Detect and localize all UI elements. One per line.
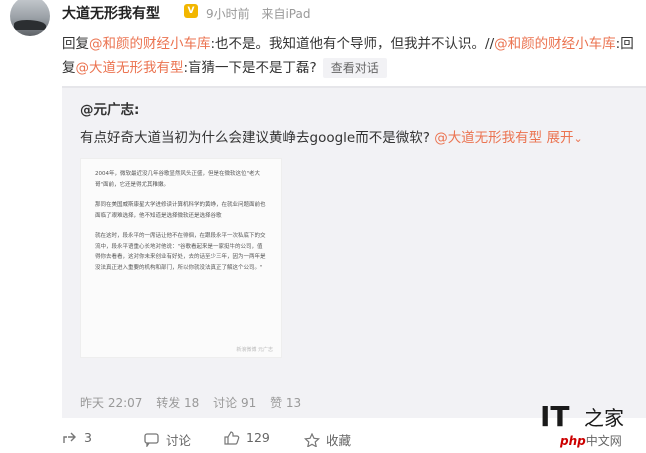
share-button[interactable]: 3	[62, 430, 92, 445]
reply-text: :也不是。我知道他有个导师，但我并不认识。//	[210, 36, 495, 52]
like-button[interactable]: 129	[224, 430, 270, 445]
vip-badge-icon: V	[184, 4, 198, 18]
thumbs-up-icon	[224, 430, 240, 445]
site-watermark: IT 之家 php中文网	[540, 398, 640, 450]
mention-link[interactable]: @和颜的财经小车库	[89, 36, 211, 52]
it-logo-zh: 之家	[584, 406, 624, 430]
original-text: 有点好奇大道当初为什么会建议黄峥去google而不是微软? @大道无形我有型 展…	[80, 130, 583, 146]
avatar[interactable]	[10, 0, 50, 36]
original-repost[interactable]: 转发 18	[156, 396, 199, 410]
comment-icon	[144, 432, 159, 447]
share-icon	[63, 432, 76, 443]
original-time[interactable]: 昨天 22:07	[80, 396, 142, 410]
php-logo: php中文网	[560, 434, 622, 448]
view-conversation-button[interactable]: 查看对话	[322, 58, 387, 78]
comment-button[interactable]: 讨论	[144, 430, 191, 449]
favorite-button[interactable]: 收藏	[304, 430, 351, 449]
post-time[interactable]: 9小时前	[206, 7, 250, 21]
post-meta: 9小时前 来自iPad	[206, 5, 310, 22]
article-paragraph: 就在这时，段永平的一席话让他不在徘徊，在跟段永平一次私底下的交流中，段永平语重心…	[95, 233, 266, 271]
it-logo: IT	[540, 400, 570, 433]
chevron-down-icon: ⌄	[573, 132, 583, 145]
action-bar: 3 讨论 129 收藏	[62, 430, 362, 450]
article-image[interactable]: 2004年，微软最近没几年谷歌显然风头正盛，但是在微软这位"老大哥"面前，它还是…	[80, 158, 282, 358]
expand-link[interactable]: 展开⌄	[546, 130, 582, 146]
reply-text: :盲猜一下是不是丁磊?	[183, 60, 317, 76]
reply-prefix: 回复	[62, 36, 89, 52]
mention-link[interactable]: @大道无形我有型	[434, 130, 542, 146]
image-watermark: 新浪微博 元广志	[236, 347, 273, 353]
article-paragraph: 2004年，微软最近没几年谷歌显然风头正盛，但是在微软这位"老大哥"面前，它还是…	[95, 171, 261, 188]
original-author[interactable]: @元广志:	[80, 98, 139, 118]
original-stats: 昨天 22:07 转发 18 讨论 91 赞 13	[80, 394, 311, 411]
mention-link[interactable]: @大道无形我有型	[76, 60, 184, 76]
username[interactable]: 大道无形我有型	[62, 3, 160, 23]
original-post-card[interactable]: @元广志: 有点好奇大道当初为什么会建议黄峥去google而不是微软? @大道无…	[62, 86, 646, 418]
original-comment[interactable]: 讨论 91	[213, 396, 256, 410]
star-icon	[304, 432, 320, 447]
original-like[interactable]: 赞 13	[270, 396, 301, 410]
article-paragraph: 那同在美国威斯康星大学进修读计算机科学的黄峥，在就业问题面前也面临了艰难选择，他…	[95, 202, 266, 219]
repost-text: 回复@和颜的财经小车库:也不是。我知道他有个导师，但我并不认识。//@和颜的财经…	[62, 32, 637, 80]
post-source: 来自iPad	[261, 7, 311, 21]
mention-link[interactable]: @和颜的财经小车库	[494, 36, 616, 52]
